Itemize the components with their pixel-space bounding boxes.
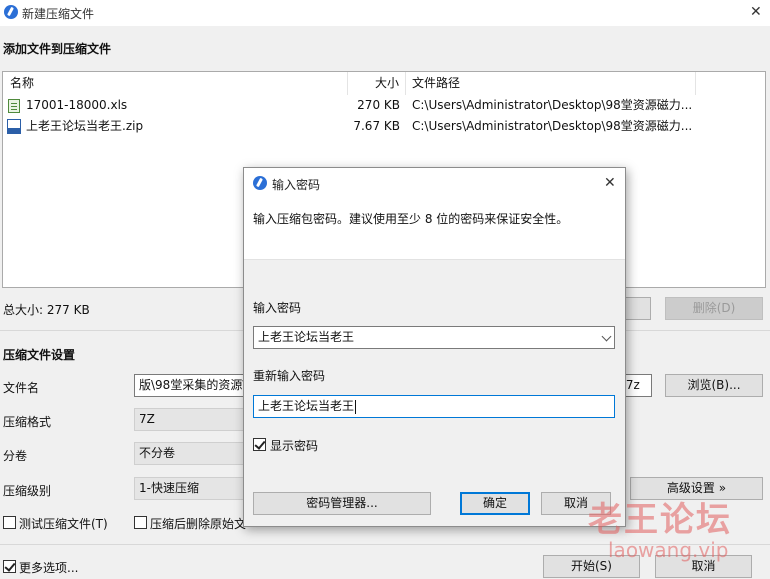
dialog-title-bar: 输入密码 ✕	[244, 168, 625, 198]
password-input[interactable]: 上老王论坛当老王	[253, 326, 615, 349]
column-header-name[interactable]: 名称	[3, 72, 348, 95]
level-select[interactable]: 1-快速压缩	[134, 477, 254, 500]
show-password-label: 显示密码	[270, 439, 319, 453]
delete-after-checkbox[interactable]	[134, 516, 147, 529]
watermark-title: 老王论坛	[588, 500, 732, 540]
files-section-heading: 添加文件到压缩文件	[3, 42, 112, 56]
show-password-checkbox[interactable]	[253, 438, 266, 451]
level-label: 压缩级别	[3, 484, 52, 498]
format-label: 压缩格式	[3, 415, 52, 429]
chevron-down-icon[interactable]	[601, 331, 612, 342]
table-row[interactable]: 上老王论坛当老王.zip 7.67 KB C:\Users\Administra…	[3, 116, 763, 137]
file-path: C:\Users\Administrator\Desktop\98堂资源磁力..…	[412, 119, 693, 133]
filename-value: 版\98堂采集的资源\	[139, 378, 247, 392]
window-title: 新建压缩文件	[22, 7, 95, 21]
dialog-hint: 输入压缩包密码。建议使用至少 8 位的密码来保证安全性。	[253, 212, 569, 226]
dialog-hint-area: 输入压缩包密码。建议使用至少 8 位的密码来保证安全性。	[244, 198, 625, 260]
split-label: 分卷	[3, 449, 28, 463]
table-row[interactable]: 17001-18000.xls 270 KB C:\Users\Administ…	[3, 95, 763, 116]
delete-button[interactable]: 删除(D)	[665, 297, 763, 320]
file-path: C:\Users\Administrator\Desktop\98堂资源磁力..…	[412, 98, 693, 112]
test-archive-label: 测试压缩文件(T)	[19, 517, 108, 531]
column-header-path[interactable]: 文件路径	[406, 72, 696, 95]
confirm-password-input[interactable]: 上老王论坛当老王	[253, 395, 615, 418]
close-icon[interactable]: ✕	[750, 5, 762, 19]
app-icon	[4, 5, 18, 19]
more-options-label: 更多选项...	[19, 561, 79, 575]
dialog-close-icon[interactable]: ✕	[604, 176, 616, 190]
dialog-title: 输入密码	[272, 178, 321, 192]
zip-file-icon	[7, 119, 21, 134]
password-value: 上老王论坛当老王	[258, 330, 355, 344]
file-size: 270 KB	[357, 98, 400, 112]
ok-button[interactable]: 确定	[460, 492, 530, 515]
file-name: 上老王论坛当老王.zip	[26, 119, 144, 133]
test-archive-checkbox[interactable]	[3, 516, 16, 529]
confirm-password-value: 上老王论坛当老王	[258, 399, 355, 413]
filename-label: 文件名	[3, 381, 40, 395]
password-manager-button[interactable]: 密码管理器...	[253, 492, 431, 515]
split-select[interactable]: 不分卷	[134, 442, 254, 465]
more-options-checkbox[interactable]	[3, 560, 16, 573]
browse-button[interactable]: 浏览(B)...	[665, 374, 763, 397]
file-name: 17001-18000.xls	[26, 98, 128, 112]
file-size: 7.67 KB	[353, 119, 400, 133]
text-cursor	[355, 400, 357, 414]
format-select[interactable]: 7Z	[134, 408, 254, 431]
confirm-password-label: 重新输入密码	[253, 369, 326, 383]
excel-file-icon	[8, 99, 20, 113]
title-bar: 新建压缩文件 ✕	[0, 0, 770, 26]
password-label: 输入密码	[253, 301, 302, 315]
settings-heading: 压缩文件设置	[3, 348, 76, 362]
total-size: 总大小: 277 KB	[3, 303, 90, 317]
password-dialog: 输入密码 ✕ 输入压缩包密码。建议使用至少 8 位的密码来保证安全性。 输入密码…	[243, 167, 626, 527]
column-header-size[interactable]: 大小	[348, 72, 406, 95]
delete-after-label: 压缩后删除原始文	[150, 517, 247, 531]
app-icon	[253, 176, 267, 190]
watermark-url: laowang.vip	[608, 538, 729, 562]
